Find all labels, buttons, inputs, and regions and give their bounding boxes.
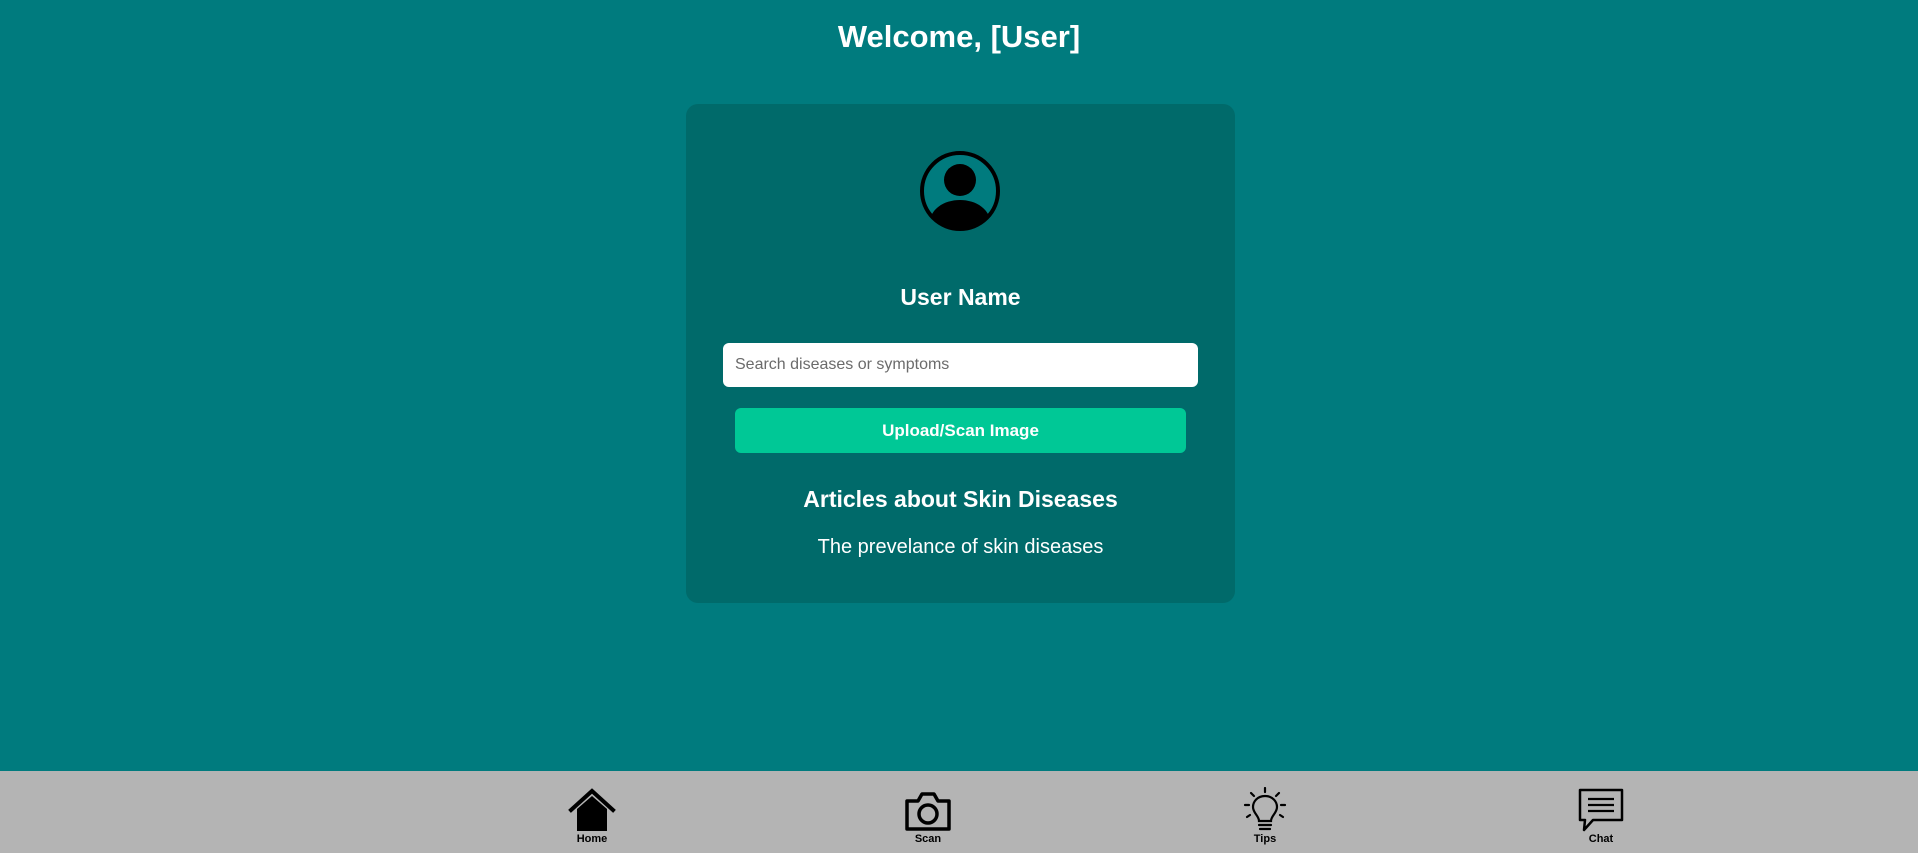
- nav-label-tips: Tips: [1253, 833, 1277, 845]
- search-input[interactable]: [723, 343, 1198, 387]
- article-link[interactable]: The prevelance of skin diseases: [686, 534, 1235, 560]
- chat-icon: [1578, 788, 1624, 832]
- articles-heading: Articles about Skin Diseases: [803, 486, 1118, 512]
- nav-label-scan: Scan: [914, 833, 942, 845]
- nav-label-chat: Chat: [1588, 833, 1614, 845]
- nav-item-home[interactable]: Home: [552, 787, 632, 849]
- home-screen: Welcome, [User] User Name Upload/Scan Im…: [0, 0, 1918, 853]
- lightbulb-icon: [1243, 787, 1287, 831]
- nav-item-scan[interactable]: Scan: [888, 787, 968, 849]
- camera-icon: [905, 792, 951, 831]
- nav-item-chat[interactable]: Chat: [1561, 787, 1641, 849]
- user-circle-icon: [920, 151, 1000, 231]
- welcome-heading: Welcome, [User]: [837, 19, 1081, 54]
- user-name: User Name: [900, 284, 1021, 310]
- nav-item-tips[interactable]: Tips: [1225, 787, 1305, 849]
- bottom-nav-bar: Home Scan Tips Chat: [0, 771, 1918, 853]
- home-icon: [568, 788, 616, 831]
- nav-label-home: Home: [576, 833, 608, 845]
- upload-scan-button[interactable]: Upload/Scan Image: [735, 408, 1186, 453]
- profile-card: User Name Upload/Scan Image Articles abo…: [686, 104, 1235, 603]
